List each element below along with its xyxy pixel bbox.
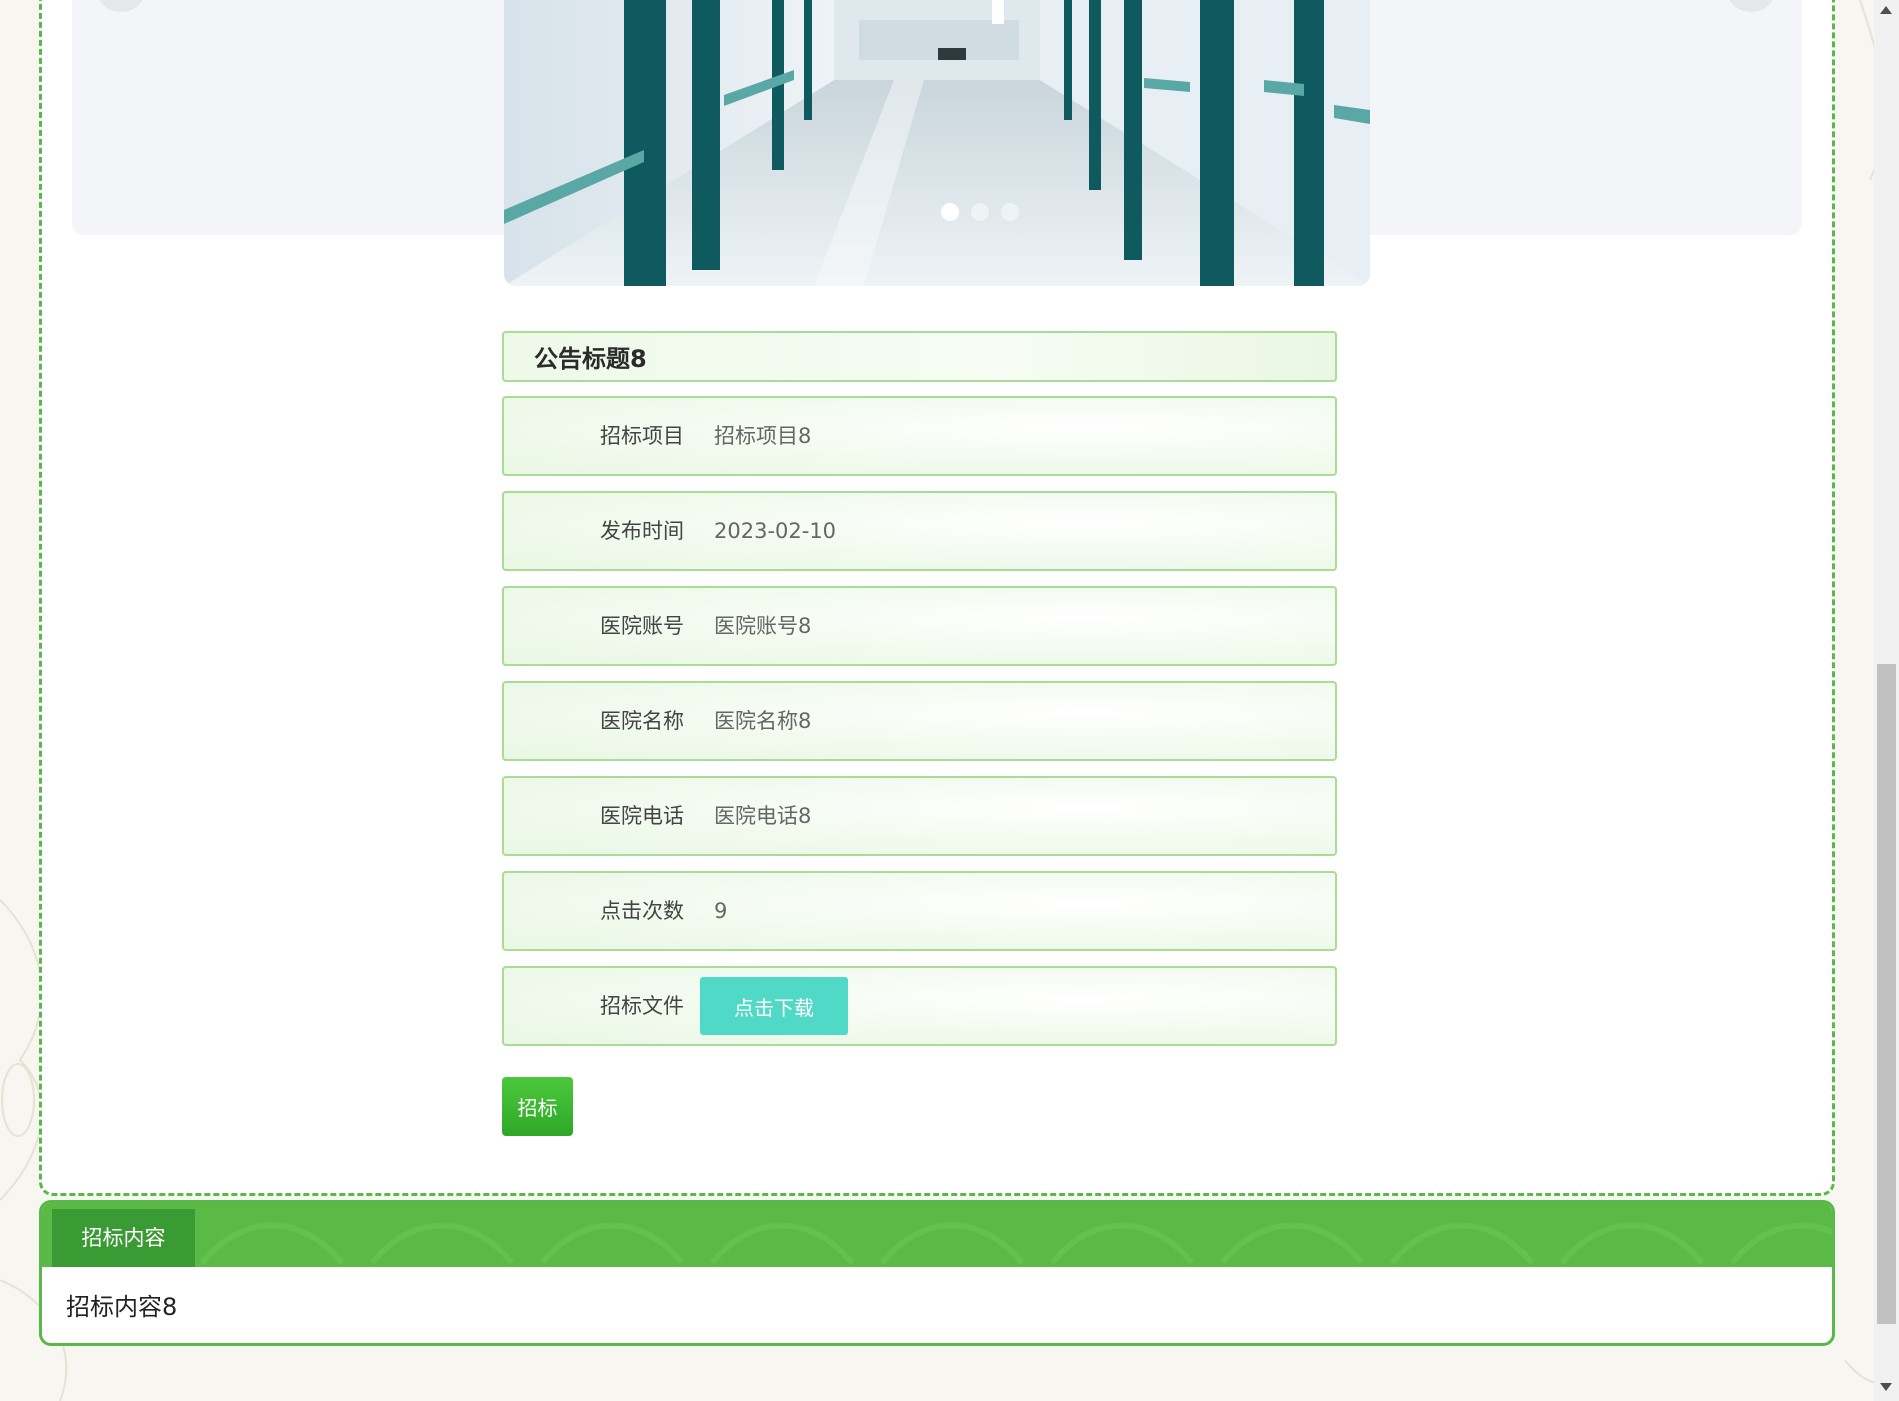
field-row-publish-time: 发布时间 2023-02-10 <box>502 491 1337 571</box>
notice-title: 公告标题8 <box>534 345 647 373</box>
field-label: 点击次数 <box>600 899 684 923</box>
field-label: 医院账号 <box>600 614 684 638</box>
field-value: 医院名称8 <box>714 709 812 733</box>
bid-content-tab[interactable]: 招标内容 <box>52 1209 195 1267</box>
carousel-image-hospital-corridor <box>504 0 1370 286</box>
carousel-dot-3[interactable] <box>1001 203 1019 221</box>
field-value: 招标项目8 <box>714 424 812 448</box>
header-pattern <box>199 1222 1832 1265</box>
field-row-project: 招标项目 招标项目8 <box>502 396 1337 476</box>
vertical-scrollbar[interactable] <box>1874 0 1899 1401</box>
bid-content-panel: 招标内容 招标内容8 <box>39 1200 1835 1346</box>
bid-content-text: 招标内容8 <box>66 1293 178 1321</box>
field-label: 招标项目 <box>600 424 684 448</box>
bid-content-header: 招标内容 <box>42 1203 1832 1267</box>
field-value: 医院电话8 <box>714 804 812 828</box>
carousel-dot-2[interactable] <box>971 203 989 221</box>
field-value: 9 <box>714 899 728 923</box>
field-label: 招标文件 <box>600 994 684 1018</box>
notice-title-box: 公告标题8 <box>502 331 1337 382</box>
download-button[interactable]: 点击下载 <box>700 977 848 1035</box>
field-label: 发布时间 <box>600 519 684 543</box>
scroll-down-arrow-icon[interactable] <box>1880 1383 1892 1391</box>
field-row-hospital-name: 医院名称 医院名称8 <box>502 681 1337 761</box>
field-label: 医院名称 <box>600 709 684 733</box>
carousel-indicators <box>941 203 1019 221</box>
carousel-dot-1[interactable] <box>941 203 959 221</box>
bid-button[interactable]: 招标 <box>502 1077 573 1136</box>
field-value: 2023-02-10 <box>714 519 837 543</box>
field-label: 医院电话 <box>600 804 684 828</box>
scrollbar-thumb[interactable] <box>1877 664 1896 1324</box>
field-row-hospital-phone: 医院电话 医院电话8 <box>502 776 1337 856</box>
hospital-corridor-illustration <box>504 0 1370 286</box>
scroll-up-arrow-icon[interactable] <box>1880 6 1892 14</box>
field-row-hospital-account: 医院账号 医院账号8 <box>502 586 1337 666</box>
field-value: 医院账号8 <box>714 614 812 638</box>
field-row-bid-file: 招标文件 点击下载 <box>502 966 1337 1046</box>
field-row-click-count: 点击次数 9 <box>502 871 1337 951</box>
